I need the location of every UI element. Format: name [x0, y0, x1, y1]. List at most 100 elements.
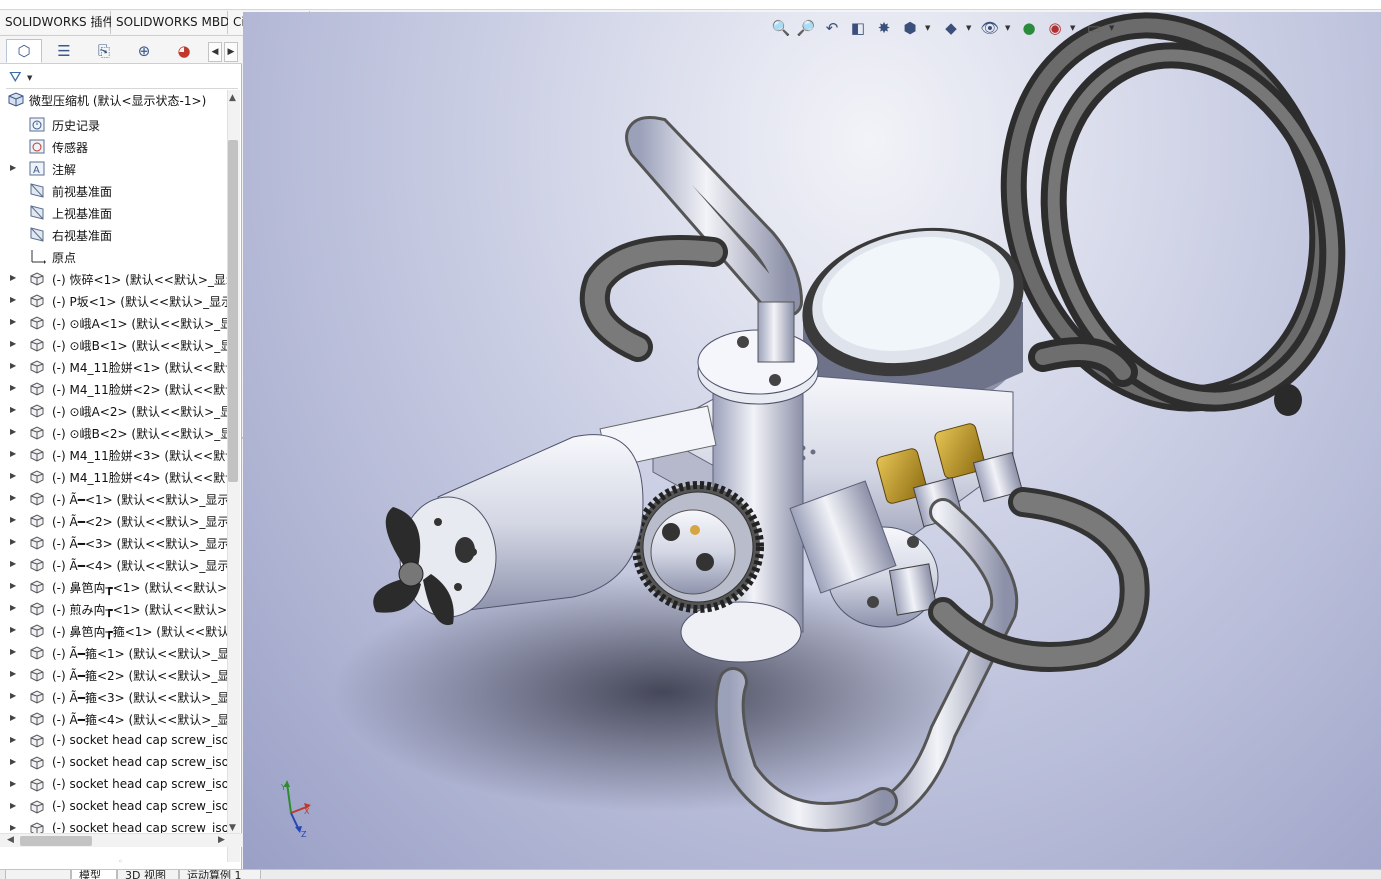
edit-appearance-icon[interactable]: ● — [1018, 17, 1040, 39]
tree-item[interactable]: ▶ (-) ⊙峨A<1> (默认<<默认>_显: — [0, 312, 228, 334]
tree-item[interactable]: 上视基准面 — [0, 202, 228, 224]
tree-root-assembly[interactable]: 微型压缩机 (默认<显示状态-1>) — [0, 90, 228, 110]
view-orientation-icon[interactable]: ⬢ — [899, 17, 921, 39]
feature-manager-icon[interactable]: ⬡ — [6, 39, 42, 63]
chevron-right-icon[interactable]: ▶ — [10, 449, 16, 458]
chevron-right-icon[interactable]: ▶ — [10, 581, 16, 590]
chevron-right-icon[interactable]: ▶ — [10, 405, 16, 414]
scroll-right-icon[interactable]: ▶ — [218, 835, 225, 845]
tree-item[interactable]: ▶ (-) P坂<1> (默认<<默认>_显示 — [0, 290, 228, 312]
tree-item[interactable]: ▶ (-) A͂━<3> (默认<<默认>_显示 — [0, 532, 228, 554]
chevron-right-icon[interactable]: ▶ — [10, 361, 16, 370]
tree-item[interactable]: ▶ (-) A͂━<1> (默认<<默认>_显示 — [0, 488, 228, 510]
tree-item[interactable]: 历史记录 — [0, 114, 228, 136]
zoom-to-fit-icon[interactable]: 🔍 — [770, 17, 792, 39]
chevron-right-icon[interactable]: ▶ — [10, 339, 16, 348]
tab-solidworks-mbd[interactable]: SOLIDWORKS MBD — [111, 11, 229, 34]
chevron-right-icon[interactable]: ▶ — [10, 273, 16, 282]
tree-item[interactable]: 右视基准面 — [0, 224, 228, 246]
dimxpert-icon[interactable]: ⊕ — [126, 39, 162, 63]
tree-item[interactable]: ▶ (-) socket head cap screw_iso_ — [0, 796, 228, 818]
configuration-manager-icon[interactable]: ⎘ — [86, 39, 122, 63]
tab-solidworks-addins[interactable]: SOLIDWORKS 插件 — [0, 11, 114, 34]
chevron-right-icon[interactable]: ▶ — [10, 647, 16, 656]
tree-item[interactable]: ▶ (-) M4_11脸姘<2> (默认<<默认 — [0, 378, 228, 400]
chevron-right-icon[interactable]: ▶ — [10, 537, 16, 546]
tab-3d-view[interactable]: 3D 视图 — [117, 870, 179, 879]
hide-show-items-icon[interactable]: 👁 — [979, 17, 1001, 39]
chevron-down-icon[interactable]: ▼ — [925, 24, 930, 32]
previous-view-icon[interactable]: ↶ — [821, 17, 843, 39]
tree-item[interactable]: ▶ (-) A͂━<2> (默认<<默认>_显示 — [0, 510, 228, 532]
chevron-right-icon[interactable]: ▶ — [10, 383, 16, 392]
tree-horizontal-scroll-thumb[interactable] — [20, 836, 92, 846]
scroll-up-icon[interactable]: ▲ — [229, 93, 236, 103]
chevron-right-icon[interactable]: ▶ — [10, 317, 16, 326]
chevron-right-icon[interactable]: ▶ — [10, 625, 16, 634]
chevron-right-icon[interactable]: ▶ — [10, 295, 16, 304]
tree-item[interactable]: ▶ (-) A͂━箍<3> (默认<<默认>_显 — [0, 686, 228, 708]
tree-item[interactable]: ▶ (-) socket head cap screw_iso_ — [0, 752, 228, 774]
tree-item[interactable]: 传感器 — [0, 136, 228, 158]
tab-model[interactable]: 模型 — [71, 870, 117, 879]
chevron-right-icon[interactable]: ▶ — [10, 713, 16, 722]
tree-item[interactable]: ▶ A 注解 — [0, 158, 228, 180]
chevron-right-icon[interactable]: ▶ — [10, 691, 16, 700]
chevron-down-icon[interactable]: ▼ — [966, 24, 971, 32]
tree-item[interactable]: 前视基准面 — [0, 180, 228, 202]
scroll-down-icon[interactable]: ▼ — [229, 823, 236, 833]
chevron-right-icon[interactable]: ▶ — [10, 669, 16, 678]
tree-item[interactable]: ▶ (-) ⊙峨B<2> (默认<<默认>_显: — [0, 422, 228, 444]
display-manager-icon[interactable]: ◕ — [166, 39, 202, 63]
chevron-right-icon[interactable]: ▶ — [10, 779, 16, 788]
tree-item[interactable]: ▶ (-) 鼻笆禸┲箍<1> (默认<<默认 — [0, 620, 228, 642]
display-style-icon[interactable]: ◆ — [940, 17, 962, 39]
part-icon — [28, 512, 46, 529]
tab-motion-study[interactable]: 运动算例 1 — [179, 870, 261, 879]
chevron-right-icon[interactable]: ▶ — [10, 427, 16, 436]
zoom-to-area-icon[interactable]: 🔎 — [795, 17, 817, 39]
chevron-right-icon[interactable]: ▶ — [10, 603, 16, 612]
bottom-tab-blank[interactable] — [5, 870, 71, 879]
tree-item[interactable]: ▶ (-) 鼻笆禸┲<1> (默认<<默认>_ — [0, 576, 228, 598]
tree-item[interactable]: ▶ (-) ⊙峨A<2> (默认<<默认>_显: — [0, 400, 228, 422]
section-view-icon[interactable]: ◧ — [847, 17, 869, 39]
tree-item[interactable]: ▶ (-) M4_11脸姘<4> (默认<<默认 — [0, 466, 228, 488]
tree-item[interactable]: ▶ (-) M4_11脸姘<3> (默认<<默认 — [0, 444, 228, 466]
tree-item[interactable]: ▶ (-) 煎み禸┲<1> (默认<<默认>_ — [0, 598, 228, 620]
tree-item[interactable]: ▶ (-) A͂━箍<2> (默认<<默认>_显 — [0, 664, 228, 686]
filter-icon[interactable]: ⛛ — [9, 68, 22, 86]
property-manager-icon[interactable]: ☰ — [46, 39, 82, 63]
tree-item[interactable]: ▶ (-) A͂━箍<1> (默认<<默认>_显 — [0, 642, 228, 664]
tree-item[interactable]: 原点 — [0, 246, 228, 268]
dynamic-annotation-icon[interactable]: ✸ — [873, 17, 895, 39]
tree-item[interactable]: ▶ (-) socket head cap screw_iso_ — [0, 730, 228, 752]
chevron-down-icon[interactable]: ▼ — [1005, 24, 1010, 32]
view-settings-icon[interactable]: ▭ — [1083, 17, 1105, 39]
chevron-down-icon[interactable]: ▼ — [1109, 24, 1114, 32]
tree-item[interactable]: ▶ (-) socket head cap screw_iso_ — [0, 774, 228, 796]
tree-item[interactable]: ▶ (-) A͂━<4> (默认<<默认>_显示 — [0, 554, 228, 576]
compressor-3d-model[interactable] — [243, 12, 1381, 869]
chevron-right-icon[interactable]: ▶ — [10, 515, 16, 524]
chevron-right-icon[interactable]: ▶ — [10, 559, 16, 568]
tree-item[interactable]: ▶ (-) 恢碎<1> (默认<<默认>_显示 — [0, 268, 228, 290]
chevron-right-icon[interactable]: ▶ — [10, 757, 16, 766]
chevron-right-icon[interactable]: ▶ — [10, 823, 16, 832]
tree-item[interactable]: ▶ (-) M4_11脸姘<1> (默认<<默认 — [0, 356, 228, 378]
panel-splitter[interactable]: ◦ — [118, 857, 123, 866]
panel-scroll-right-button[interactable]: ▶ — [224, 42, 238, 62]
tree-item[interactable]: ▶ (-) ⊙峨B<1> (默认<<默认>_显: — [0, 334, 228, 356]
chevron-right-icon[interactable]: ▶ — [10, 163, 16, 172]
panel-scroll-left-button[interactable]: ◀ — [208, 42, 222, 62]
chevron-right-icon[interactable]: ▶ — [10, 801, 16, 810]
apply-scene-icon[interactable]: ◉ — [1044, 17, 1066, 39]
tree-item[interactable]: ▶ (-) A͂━箍<4> (默认<<默认>_显 — [0, 708, 228, 730]
chevron-down-icon[interactable]: ▼ — [1070, 24, 1075, 32]
chevron-down-icon[interactable]: ▼ — [27, 74, 32, 82]
scroll-left-icon[interactable]: ◀ — [7, 835, 14, 845]
chevron-right-icon[interactable]: ▶ — [10, 493, 16, 502]
chevron-right-icon[interactable]: ▶ — [10, 471, 16, 480]
tree-vertical-scroll-thumb[interactable] — [228, 140, 238, 482]
chevron-right-icon[interactable]: ▶ — [10, 735, 16, 744]
